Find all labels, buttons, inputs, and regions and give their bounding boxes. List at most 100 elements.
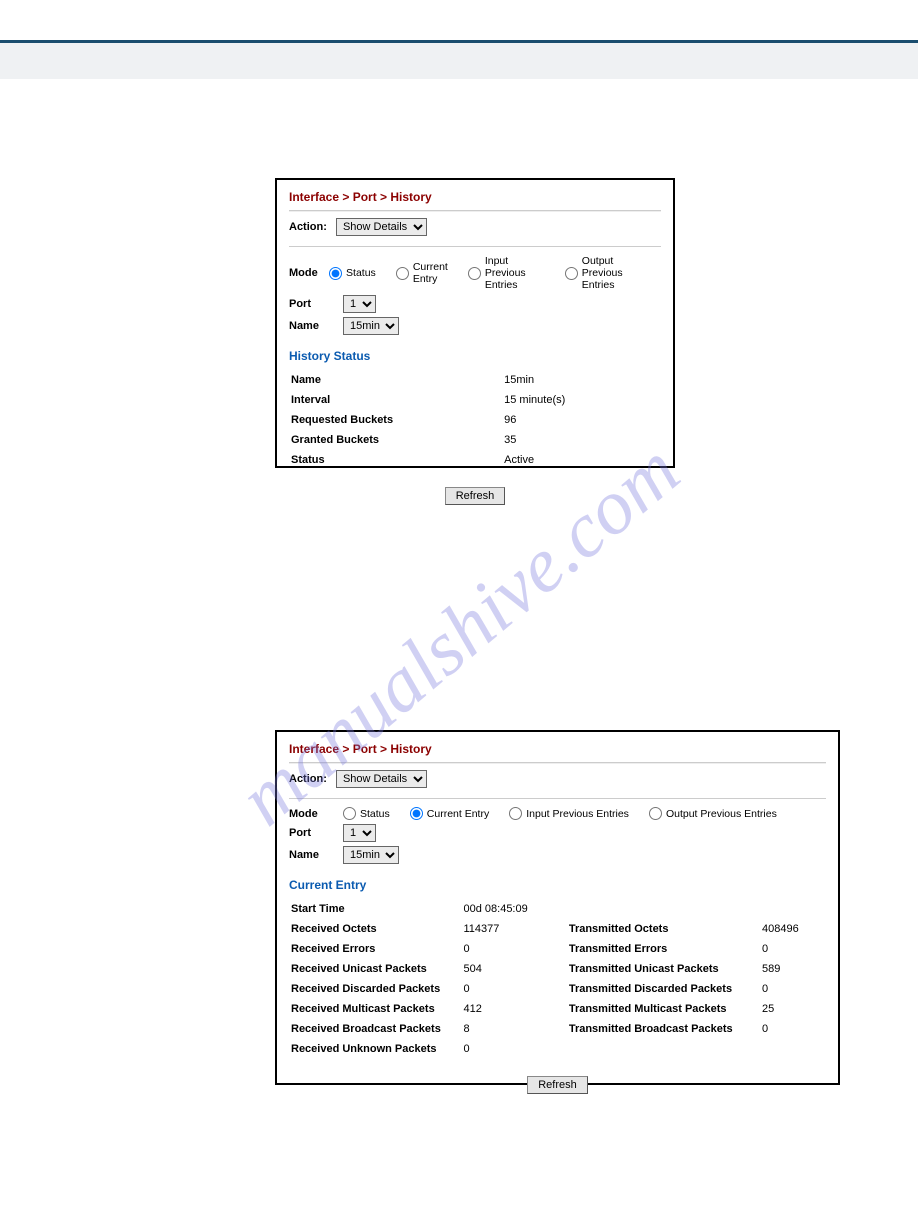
cell-value: 00d 08:45:09 [464, 900, 567, 918]
port-label: Port [289, 827, 343, 839]
cell-value: 0 [464, 980, 567, 998]
radio-icon[interactable] [396, 267, 409, 280]
radio-icon[interactable] [509, 807, 522, 820]
history-status-table: Name15min Interval15 minute(s) Requested… [289, 369, 661, 471]
action-label: Action: [289, 773, 327, 785]
radio-label: Input Previous Entries [526, 808, 629, 820]
table-row: Start Time 00d 08:45:09 [291, 900, 824, 918]
cell-key: Received Broadcast Packets [291, 1020, 462, 1038]
mode-radio-status[interactable]: Status [329, 267, 376, 280]
cell-key: Received Unknown Packets [291, 1040, 462, 1058]
port-row: Port 1 [289, 824, 826, 842]
breadcrumb: Interface > Port > History [289, 190, 661, 204]
mode-radio-current[interactable]: Current Entry [410, 807, 489, 820]
cell-value: 8 [464, 1020, 567, 1038]
table-row: Received Octets 114377 Transmitted Octet… [291, 920, 824, 938]
table-row: Received Unicast Packets 504 Transmitted… [291, 960, 824, 978]
cell-key: Received Discarded Packets [291, 980, 462, 998]
radio-icon[interactable] [649, 807, 662, 820]
cell-value: 0 [464, 940, 567, 958]
table-row: Interval15 minute(s) [291, 391, 659, 409]
cell-key: Requested Buckets [291, 411, 502, 429]
radio-label: Output Previous Entries [582, 255, 647, 291]
mode-radio-output-prev[interactable]: Output Previous Entries [565, 255, 647, 291]
action-label: Action: [289, 221, 327, 233]
cell-value [762, 900, 824, 918]
name-select[interactable]: 15min [343, 317, 399, 335]
cell-key [569, 1040, 760, 1058]
table-row: Received Unknown Packets 0 [291, 1040, 824, 1058]
mode-label: Mode [289, 808, 343, 820]
cell-key: Transmitted Discarded Packets [569, 980, 760, 998]
table-row: Received Broadcast Packets 8 Transmitted… [291, 1020, 824, 1038]
radio-label: Current Entry [427, 808, 489, 820]
cell-value: 408496 [762, 920, 824, 938]
cell-value: 0 [762, 1020, 824, 1038]
divider [289, 798, 826, 799]
radio-icon[interactable] [410, 807, 423, 820]
table-row: Received Multicast Packets 412 Transmitt… [291, 1000, 824, 1018]
refresh-button[interactable]: Refresh [527, 1076, 588, 1094]
name-row: Name 15min [289, 846, 826, 864]
radio-icon[interactable] [329, 267, 342, 280]
history-status-panel: Interface > Port > History Action: Show … [275, 178, 675, 468]
cell-value: 35 [504, 431, 659, 449]
port-select[interactable]: 1 [343, 824, 376, 842]
current-entry-title: Current Entry [289, 878, 826, 892]
radio-icon[interactable] [343, 807, 356, 820]
cell-key: Status [291, 451, 502, 469]
radio-icon[interactable] [565, 267, 578, 280]
cell-value: 25 [762, 1000, 824, 1018]
radio-icon[interactable] [468, 267, 481, 280]
port-select[interactable]: 1 [343, 295, 376, 313]
cell-value: 589 [762, 960, 824, 978]
divider [289, 246, 661, 247]
refresh-button[interactable]: Refresh [445, 487, 506, 505]
mode-radio-input-prev[interactable]: Input Previous Entries [468, 255, 545, 291]
history-status-title: History Status [289, 349, 661, 363]
name-label: Name [289, 849, 343, 861]
current-entry-panel: Interface > Port > History Action: Show … [275, 730, 840, 1085]
cell-value [762, 1040, 824, 1058]
mode-label: Mode [289, 267, 329, 279]
cell-key: Transmitted Multicast Packets [569, 1000, 760, 1018]
cell-value: Active [504, 451, 659, 469]
mode-radio-status[interactable]: Status [343, 807, 390, 820]
current-entry-table: Start Time 00d 08:45:09 Received Octets … [289, 898, 826, 1060]
action-row: Action: Show Details [289, 218, 661, 236]
radio-label: Status [360, 808, 390, 820]
cell-key: Start Time [291, 900, 462, 918]
cell-key: Transmitted Broadcast Packets [569, 1020, 760, 1038]
radio-label: Output Previous Entries [666, 808, 777, 820]
cell-value: 15 minute(s) [504, 391, 659, 409]
radio-label: Status [346, 267, 376, 279]
action-row: Action: Show Details [289, 770, 826, 788]
port-row: Port 1 [289, 295, 661, 313]
cell-value: 96 [504, 411, 659, 429]
port-label: Port [289, 298, 343, 310]
cell-value: 412 [464, 1000, 567, 1018]
cell-key: Received Octets [291, 920, 462, 938]
cell-key: Received Errors [291, 940, 462, 958]
cell-key: Name [291, 371, 502, 389]
name-select[interactable]: 15min [343, 846, 399, 864]
action-select[interactable]: Show Details [336, 770, 427, 788]
mode-row: Mode Status Current Entry Input Previous… [289, 807, 826, 820]
cell-value: 504 [464, 960, 567, 978]
divider [289, 210, 661, 212]
cell-key: Received Unicast Packets [291, 960, 462, 978]
table-row: Received Errors 0 Transmitted Errors 0 [291, 940, 824, 958]
cell-key: Granted Buckets [291, 431, 502, 449]
name-row: Name 15min [289, 317, 661, 335]
table-row: Granted Buckets35 [291, 431, 659, 449]
cell-value: 114377 [464, 920, 567, 938]
cell-key: Interval [291, 391, 502, 409]
table-row: StatusActive [291, 451, 659, 469]
cell-key: Transmitted Unicast Packets [569, 960, 760, 978]
mode-radio-current[interactable]: Current Entry [396, 261, 448, 285]
cell-value: 0 [762, 940, 824, 958]
action-select[interactable]: Show Details [336, 218, 427, 236]
mode-radio-input-prev[interactable]: Input Previous Entries [509, 807, 629, 820]
name-label: Name [289, 320, 343, 332]
mode-radio-output-prev[interactable]: Output Previous Entries [649, 807, 777, 820]
